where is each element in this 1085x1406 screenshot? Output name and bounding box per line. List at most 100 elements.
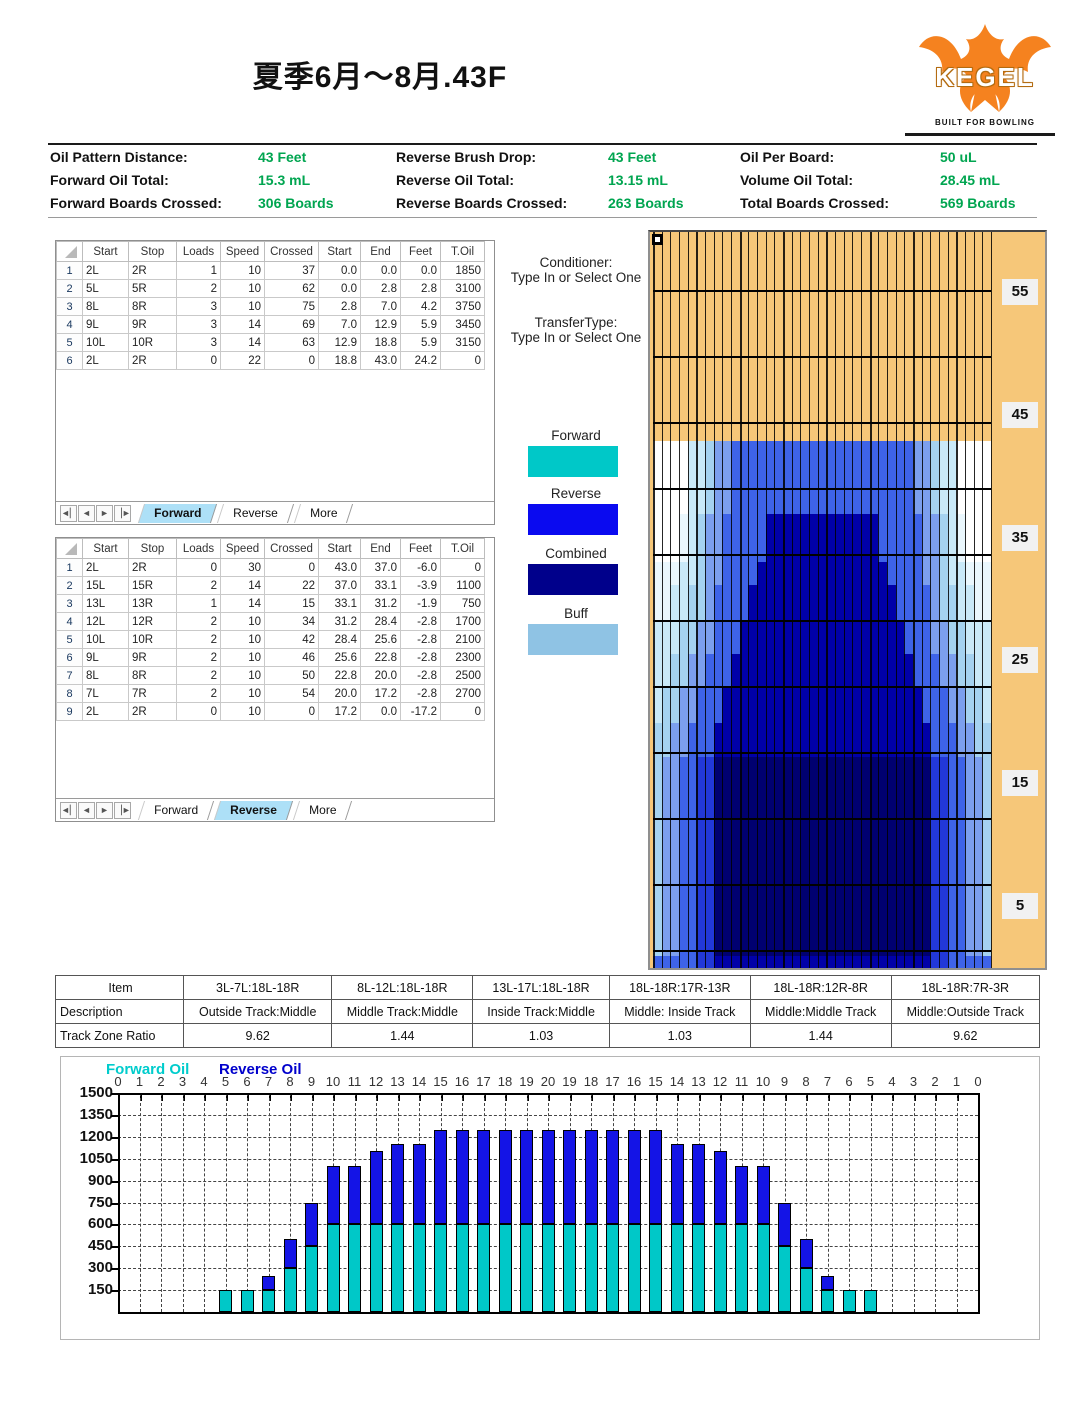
table-cell[interactable]: 10R bbox=[128, 630, 177, 649]
table-cell[interactable]: 33.1 bbox=[318, 594, 361, 613]
column-header[interactable]: Crossed bbox=[264, 241, 319, 262]
table-cell[interactable]: 33.1 bbox=[360, 576, 401, 595]
table-cell[interactable]: 10 bbox=[220, 279, 265, 298]
table-cell[interactable]: 13R bbox=[128, 594, 177, 613]
table-cell[interactable]: 2100 bbox=[440, 630, 485, 649]
select-all-corner[interactable] bbox=[65, 245, 77, 258]
table-cell[interactable]: 1850 bbox=[440, 261, 485, 280]
column-header[interactable]: Start bbox=[318, 241, 361, 262]
table-cell[interactable]: 0.0 bbox=[400, 261, 441, 280]
table-cell[interactable]: 28.4 bbox=[318, 630, 361, 649]
table-cell[interactable]: 3750 bbox=[440, 297, 485, 316]
table-cell[interactable]: 10R bbox=[128, 333, 177, 352]
table-cell[interactable]: 2 bbox=[176, 666, 221, 685]
column-header[interactable]: T.Oil bbox=[440, 241, 485, 262]
table-cell[interactable]: 2 bbox=[176, 612, 221, 631]
table-cell[interactable]: 15R bbox=[128, 576, 177, 595]
table-cell[interactable]: 9R bbox=[128, 648, 177, 667]
column-header[interactable]: End bbox=[360, 241, 401, 262]
table-cell[interactable]: 22 bbox=[264, 576, 319, 595]
table-cell[interactable]: 2.8 bbox=[400, 279, 441, 298]
table-cell[interactable]: 2.8 bbox=[318, 297, 361, 316]
column-header[interactable]: Start bbox=[82, 538, 129, 559]
column-header[interactable]: Speed bbox=[220, 538, 265, 559]
first-record-icon[interactable]: ◄▏ bbox=[60, 504, 77, 522]
table-cell[interactable]: 0 bbox=[440, 702, 485, 721]
table-cell[interactable]: 5.9 bbox=[400, 315, 441, 334]
table-cell[interactable]: 17.2 bbox=[360, 684, 401, 703]
table-cell[interactable]: 3 bbox=[176, 315, 221, 334]
table-cell[interactable]: 0 bbox=[440, 558, 485, 577]
table-cell[interactable]: -3.9 bbox=[400, 576, 441, 595]
table-cell[interactable]: 14 bbox=[220, 576, 265, 595]
conditioner-value[interactable]: Type In or Select One bbox=[498, 270, 654, 285]
table-cell[interactable]: 2500 bbox=[440, 666, 485, 685]
column-header[interactable]: Feet bbox=[400, 538, 441, 559]
row-number[interactable]: 1 bbox=[56, 558, 83, 577]
table-cell[interactable]: 0 bbox=[440, 351, 485, 370]
table-cell[interactable]: 14 bbox=[220, 315, 265, 334]
table-cell[interactable]: 43.0 bbox=[360, 351, 401, 370]
table-cell[interactable]: 14 bbox=[220, 594, 265, 613]
table-cell[interactable]: 2 bbox=[176, 684, 221, 703]
table-cell[interactable]: 12R bbox=[128, 612, 177, 631]
table-cell[interactable]: 0.0 bbox=[318, 279, 361, 298]
table-cell[interactable]: 42 bbox=[264, 630, 319, 649]
last-record-icon[interactable]: ▕► bbox=[114, 801, 131, 819]
table-cell[interactable]: 24.2 bbox=[400, 351, 441, 370]
table-cell[interactable]: -2.8 bbox=[400, 612, 441, 631]
table-cell[interactable]: 17.2 bbox=[318, 702, 361, 721]
table-cell[interactable]: 10L bbox=[82, 630, 129, 649]
row-number[interactable]: 4 bbox=[56, 315, 83, 334]
row-number[interactable]: 5 bbox=[56, 333, 83, 352]
table-cell[interactable]: 10 bbox=[220, 261, 265, 280]
table-cell[interactable]: 8L bbox=[82, 666, 129, 685]
table-cell[interactable]: 2 bbox=[176, 630, 221, 649]
row-number[interactable]: 2 bbox=[56, 576, 83, 595]
table-cell[interactable]: 4.2 bbox=[400, 297, 441, 316]
table-cell[interactable]: -2.8 bbox=[400, 648, 441, 667]
table-cell[interactable]: 12L bbox=[82, 612, 129, 631]
table-cell[interactable]: 1 bbox=[176, 594, 221, 613]
sheet-tab-more[interactable]: More bbox=[292, 800, 353, 820]
table-cell[interactable]: 2300 bbox=[440, 648, 485, 667]
table-cell[interactable]: 2R bbox=[128, 351, 177, 370]
table-cell[interactable]: 22 bbox=[220, 351, 265, 370]
table-cell[interactable]: 15 bbox=[264, 594, 319, 613]
table-cell[interactable]: 7L bbox=[82, 684, 129, 703]
table-cell[interactable]: -6.0 bbox=[400, 558, 441, 577]
table-cell[interactable]: 5L bbox=[82, 279, 129, 298]
table-cell[interactable]: 10 bbox=[220, 630, 265, 649]
table-cell[interactable]: 9L bbox=[82, 648, 129, 667]
table-cell[interactable]: 37.0 bbox=[360, 558, 401, 577]
column-header[interactable]: Loads bbox=[176, 538, 221, 559]
table-cell[interactable]: 13L bbox=[82, 594, 129, 613]
table-cell[interactable]: 25.6 bbox=[360, 630, 401, 649]
table-cell[interactable]: 30 bbox=[220, 558, 265, 577]
first-record-icon[interactable]: ◄▏ bbox=[60, 801, 77, 819]
table-cell[interactable]: 14 bbox=[220, 333, 265, 352]
column-header[interactable]: Feet bbox=[400, 241, 441, 262]
table-cell[interactable]: 25.6 bbox=[318, 648, 361, 667]
table-cell[interactable]: 3150 bbox=[440, 333, 485, 352]
table-cell[interactable]: 10 bbox=[220, 702, 265, 721]
table-cell[interactable]: 0 bbox=[264, 558, 319, 577]
next-record-icon[interactable]: ► bbox=[96, 504, 113, 522]
table-cell[interactable]: 8L bbox=[82, 297, 129, 316]
column-header[interactable]: Speed bbox=[220, 241, 265, 262]
table-cell[interactable]: 37.0 bbox=[318, 576, 361, 595]
table-cell[interactable]: 20.0 bbox=[318, 684, 361, 703]
transfer-type-select[interactable]: TransferType: Type In or Select One bbox=[498, 315, 654, 345]
table-cell[interactable]: -2.8 bbox=[400, 630, 441, 649]
table-cell[interactable]: 3100 bbox=[440, 279, 485, 298]
table-cell[interactable]: 2R bbox=[128, 702, 177, 721]
table-cell[interactable]: -2.8 bbox=[400, 684, 441, 703]
table-cell[interactable]: 2R bbox=[128, 261, 177, 280]
table-cell[interactable]: 7.0 bbox=[318, 315, 361, 334]
table-cell[interactable]: 2.8 bbox=[360, 279, 401, 298]
table-cell[interactable]: 37 bbox=[264, 261, 319, 280]
last-record-icon[interactable]: ▕► bbox=[114, 504, 131, 522]
row-number[interactable]: 6 bbox=[56, 351, 83, 370]
table-cell[interactable]: 10L bbox=[82, 333, 129, 352]
table-cell[interactable]: 2L bbox=[82, 702, 129, 721]
